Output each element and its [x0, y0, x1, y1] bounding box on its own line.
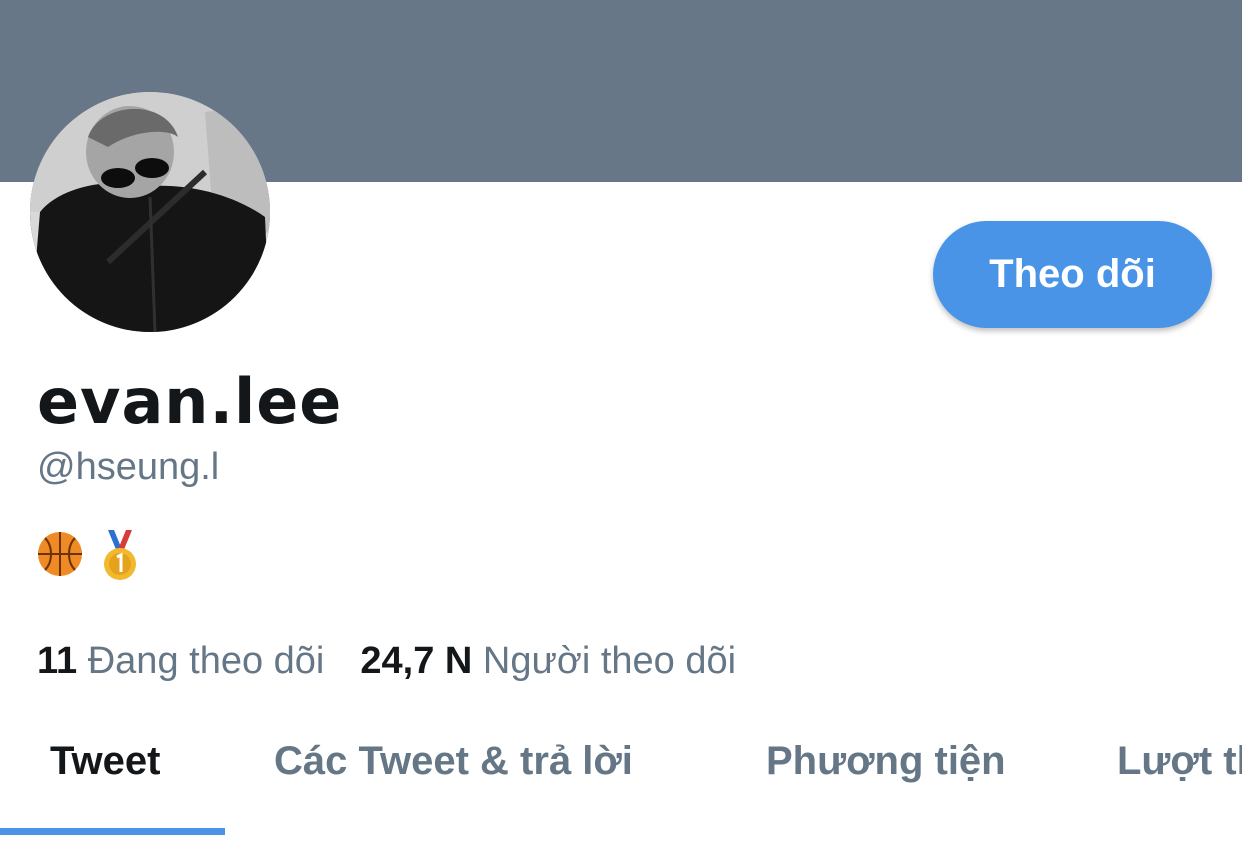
- handle: @hseung.l: [37, 446, 220, 488]
- following-label: Đang theo dõi: [87, 640, 325, 682]
- followers-stat[interactable]: 24,7 N Người theo dõi: [360, 640, 736, 683]
- following-stat[interactable]: 11 Đang theo dõi: [37, 640, 324, 683]
- active-tab-indicator: [0, 828, 225, 835]
- follow-button[interactable]: Theo dõi: [933, 221, 1212, 328]
- gold-medal-icon: [102, 530, 138, 582]
- profile-stats: 11 Đang theo dõi 24,7 N Người theo dõi: [37, 640, 772, 683]
- tab-media[interactable]: Phương tiện: [766, 730, 1006, 830]
- followers-label: Người theo dõi: [482, 640, 737, 682]
- followers-count: 24,7 N: [360, 640, 473, 682]
- basketball-icon: [36, 530, 84, 582]
- tab-likes[interactable]: Lượt thích: [1117, 730, 1242, 830]
- tab-tweets[interactable]: Tweet: [50, 730, 160, 830]
- tab-tweets-and-replies[interactable]: Các Tweet & trả lời: [274, 730, 633, 830]
- bio: [36, 530, 138, 582]
- following-count: 11: [37, 640, 78, 682]
- profile-tabs: Tweet Các Tweet & trả lời Phương tiện Lư…: [0, 730, 1242, 840]
- avatar[interactable]: [30, 92, 270, 332]
- display-name: evan.lee: [37, 365, 343, 438]
